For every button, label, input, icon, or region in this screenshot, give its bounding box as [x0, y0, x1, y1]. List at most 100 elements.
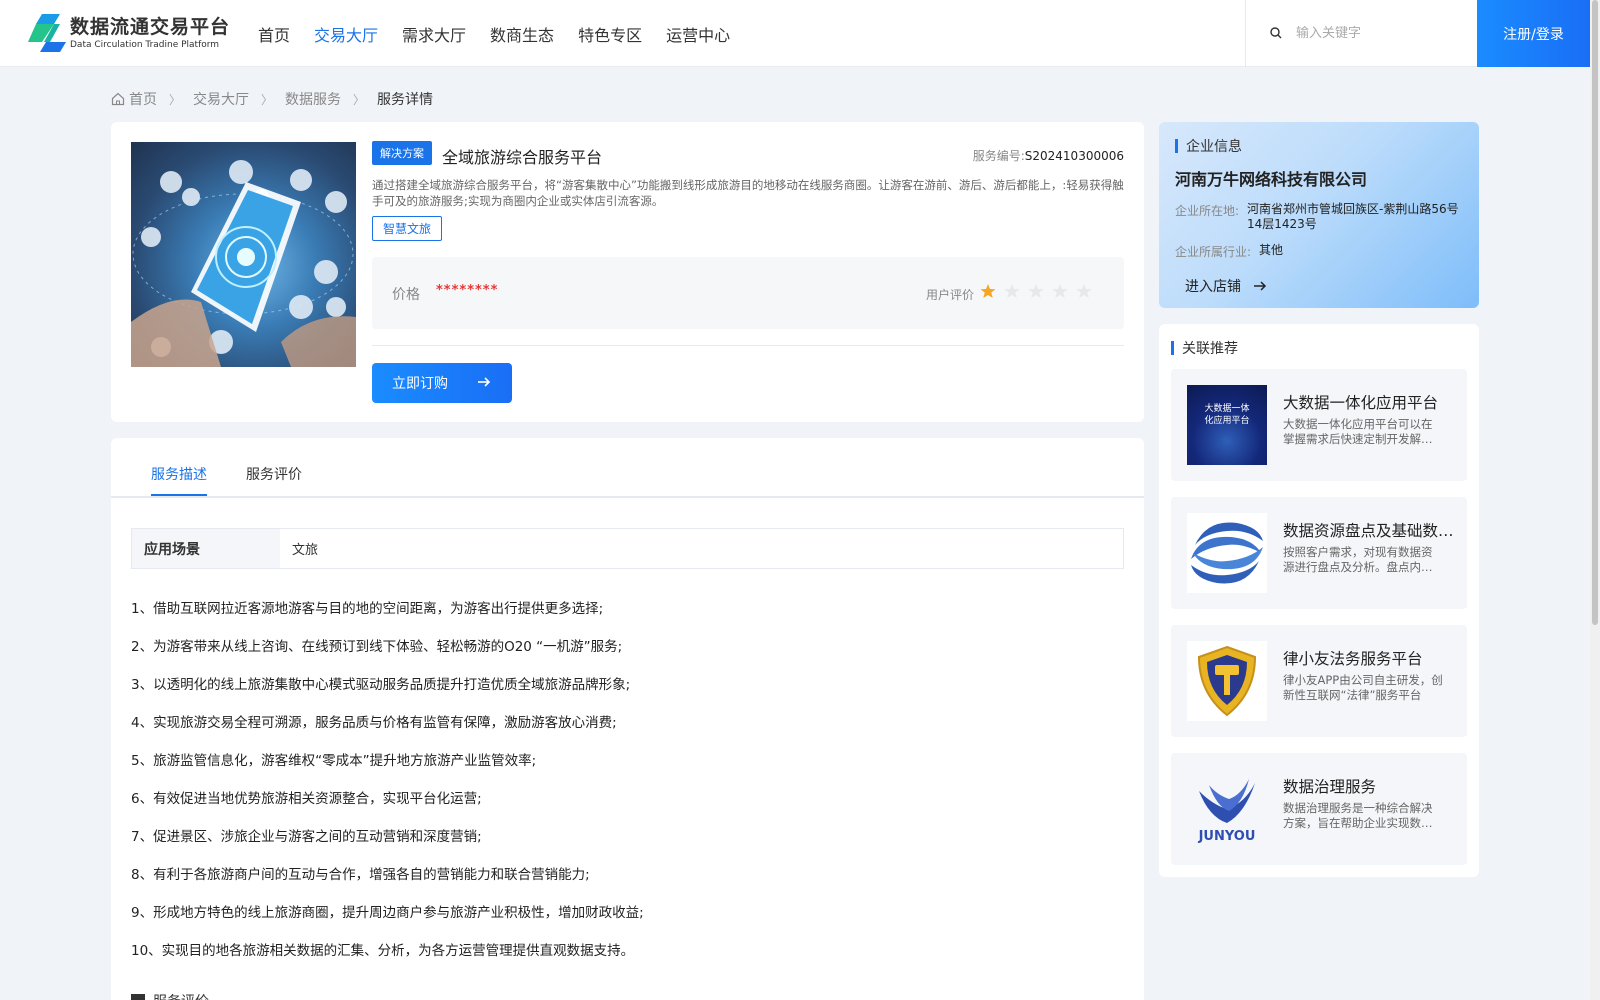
- recommend-thumbnail: JUNYOU: [1187, 769, 1267, 849]
- star-empty-icon: [1028, 284, 1044, 298]
- service-number-value: S202410300006: [1024, 149, 1124, 163]
- star-empty-icon: [1052, 284, 1068, 298]
- product-image: [131, 142, 356, 367]
- search-input[interactable]: [1296, 26, 1466, 41]
- product-description: 通过搭建全域旅游综合服务平台，将“游客集散中心”功能搬到线形成旅游目的地移动在线…: [372, 178, 1124, 208]
- rating-stars: [980, 283, 1100, 299]
- chevron-right-icon: 〉: [169, 92, 182, 107]
- nav-featured-zone[interactable]: 特色专区: [578, 22, 642, 46]
- product-card: 解决方案 全域旅游综合服务平台 服务编号:S202410300006 通过搭建全…: [111, 122, 1144, 422]
- breadcrumb-trading-hall[interactable]: 交易大厅: [193, 89, 249, 109]
- list-item: 6、有效促进当地优势旅游相关资源整合，实现平台化运营;: [131, 791, 482, 807]
- recommend-title: 数据治理服务: [1283, 778, 1377, 796]
- logo-title: 数据流通交易平台: [70, 16, 231, 38]
- section-marker: [1175, 139, 1178, 153]
- rating-label: 用户评价: [926, 288, 975, 302]
- logo-subtitle: Data Circulation Tradine Platform: [70, 40, 220, 50]
- price-box: 价格 ******** 用户评价: [372, 257, 1124, 329]
- application-scene-table: 应用场景 文旅: [131, 528, 1124, 569]
- enter-shop-link[interactable]: 进入店铺: [1185, 276, 1267, 296]
- service-number-label: 服务编号:: [972, 149, 1025, 163]
- divider: [372, 345, 1124, 346]
- enter-shop-label: 进入店铺: [1185, 279, 1241, 295]
- list-item: 7、促进景区、涉旅企业与游客之间的互动营销和深度营销;: [131, 829, 482, 845]
- arrow-right-icon: [478, 377, 491, 387]
- description-list: 1、借助互联网拉近客源地游客与目的地的空间距离，为游客出行提供更多选择; 2、为…: [131, 598, 1124, 978]
- list-item: 1、借助互联网拉近客源地游客与目的地的空间距离，为游客出行提供更多选择;: [131, 601, 604, 617]
- recommend-description: 律小友APP由公司自主研发，创新性互联网“法律”服务平台: [1283, 673, 1443, 702]
- chevron-right-icon: 〉: [353, 92, 366, 107]
- recommend-section-label: 关联推荐: [1182, 341, 1238, 357]
- recommend-description: 数据治理服务是一种综合解决方案，旨在帮助企业实现数据价值: [1283, 801, 1433, 830]
- chevron-right-icon: 〉: [261, 92, 274, 107]
- breadcrumb-home-label: 首页: [129, 92, 157, 108]
- product-title: 全域旅游综合服务平台: [442, 148, 603, 167]
- location-value: 河南省郑州市管城回族区-紫荆山路56号14层1423号: [1247, 202, 1459, 231]
- search-icon[interactable]: [1270, 24, 1282, 43]
- tab-service-review[interactable]: 服务评价: [246, 464, 302, 484]
- category-tag[interactable]: 智慧文旅: [372, 216, 443, 241]
- nav-trading-hall[interactable]: 交易大厅: [314, 22, 378, 46]
- recommend-title: 律小友法务服务平台: [1283, 650, 1423, 668]
- section-marker: [131, 994, 145, 1000]
- main-nav: 首页 交易大厅 需求大厅 数商生态 特色专区 运营中心: [258, 0, 754, 67]
- solution-tag: 解决方案: [372, 141, 432, 165]
- star-empty-icon: [1004, 284, 1020, 298]
- section-marker: [1171, 341, 1174, 355]
- location-label: 企业所在地:: [1175, 204, 1240, 218]
- home-icon: [111, 92, 125, 106]
- price-value: ********: [436, 283, 499, 298]
- price-label: 价格: [392, 287, 420, 303]
- nav-operation-center[interactable]: 运营中心: [666, 22, 730, 46]
- service-detail-card: 服务描述 服务评价 应用场景 文旅 1、借助互联网拉近客源地游客与目的地的空间距…: [111, 438, 1144, 1000]
- list-item: 8、有利于各旅游商户间的互动与合作，增强各自的营销能力和联合营销能力;: [131, 867, 590, 883]
- related-recommend-card: 关联推荐 大数据一体化应用平台 大数据一体化应用平台 大数据一体化应用平台可以在…: [1159, 324, 1479, 877]
- list-item: 9、形成地方特色的线上旅游商圈，提升周边商户参与旅游产业积极性，增加财政收益;: [131, 905, 644, 921]
- scrollbar-thumb[interactable]: [1592, 0, 1598, 625]
- recommend-thumbnail: 大数据一体化应用平台: [1187, 385, 1267, 465]
- recommend-thumbnail: [1187, 513, 1267, 593]
- industry-value: 其他: [1259, 243, 1284, 257]
- breadcrumb-home[interactable]: 首页: [111, 89, 157, 109]
- service-number: 服务编号:S202410300006: [973, 147, 1124, 164]
- list-item: 3、以透明化的线上旅游集散中心模式驱动服务品质提升打造优质全域旅游品牌形象;: [131, 677, 631, 693]
- industry-label: 企业所属行业:: [1175, 245, 1252, 259]
- company-industry-row: 企业所属行业: 其他: [1175, 243, 1474, 260]
- company-info-card: 企业信息 河南万牛网络科技有限公司 企业所在地: 河南省郑州市管城回族区-紫荆山…: [1159, 122, 1479, 308]
- recommend-item[interactable]: 律小友法务服务平台 律小友APP由公司自主研发，创新性互联网“法律”服务平台: [1171, 625, 1467, 737]
- recommend-item[interactable]: 数据资源盘点及基础数据治理 按照客户需求，对现有数据资源进行盘点及分析。盘点内容…: [1171, 497, 1467, 609]
- nav-demand-hall[interactable]: 需求大厅: [402, 22, 466, 46]
- recommend-item[interactable]: 大数据一体化应用平台 大数据一体化应用平台 大数据一体化应用平台可以在掌握需求后…: [1171, 369, 1467, 481]
- list-item: 4、实现旅游交易全程可溯源，服务品质与价格有监管有保障，激励游客放心消费;: [131, 715, 617, 731]
- scene-label: 应用场景: [132, 529, 280, 568]
- top-header: 数据流通交易平台 Data Circulation Tradine Platfo…: [0, 0, 1590, 67]
- review-section-title: 服务评价: [131, 991, 209, 1000]
- scene-value: 文旅: [292, 543, 319, 558]
- thumb-caption: 大数据一体化应用平台: [1204, 404, 1250, 426]
- active-tab-indicator: [151, 494, 207, 496]
- nav-ecosystem[interactable]: 数商生态: [490, 22, 554, 46]
- recommend-description: 大数据一体化应用平台可以在掌握需求后快速定制开发解决方案: [1283, 417, 1433, 446]
- login-register-button[interactable]: 注册/登录: [1477, 0, 1590, 67]
- breadcrumb: 首页 〉 交易大厅 〉 数据服务 〉 服务详情: [111, 89, 433, 109]
- star-filled-icon: [980, 284, 996, 298]
- platform-logo[interactable]: 数据流通交易平台 Data Circulation Tradine Platfo…: [28, 14, 230, 52]
- list-item: 2、为游客带来从线上咨询、在线预订到线下体验、轻松畅游的O20 “一机游”服务;: [131, 639, 623, 655]
- search-box: [1245, 0, 1477, 67]
- recommend-item[interactable]: JUNYOU 数据治理服务 数据治理服务是一种综合解决方案，旨在帮助企业实现数据…: [1171, 753, 1467, 865]
- company-section-title: 企业信息: [1175, 136, 1242, 156]
- recommend-thumbnail: [1187, 641, 1267, 721]
- company-name: 河南万牛网络科技有限公司: [1175, 170, 1368, 189]
- company-location-row: 企业所在地: 河南省郑州市管城回族区-紫荆山路56号14层1423号: [1175, 202, 1462, 232]
- recommend-description: 按照客户需求，对现有数据资源进行盘点及分析。盘点内容：数据: [1283, 545, 1433, 574]
- arrow-right-icon: [1254, 281, 1267, 291]
- breadcrumb-data-service[interactable]: 数据服务: [285, 89, 341, 109]
- company-section-label: 企业信息: [1186, 139, 1242, 155]
- nav-home[interactable]: 首页: [258, 22, 290, 46]
- tab-service-description[interactable]: 服务描述: [151, 464, 207, 484]
- recommend-title: 数据资源盘点及基础数据治理: [1283, 522, 1455, 540]
- list-item: 10、实现目的地各旅游相关数据的汇集、分析，为各方运营管理提供直观数据支持。: [131, 943, 635, 959]
- list-item: 5、旅游监管信息化，游客维权“零成本”提升地方旅游产业监管效率;: [131, 753, 537, 769]
- order-now-button[interactable]: 立即订购: [372, 363, 512, 403]
- review-section-label: 服务评价: [153, 991, 209, 1000]
